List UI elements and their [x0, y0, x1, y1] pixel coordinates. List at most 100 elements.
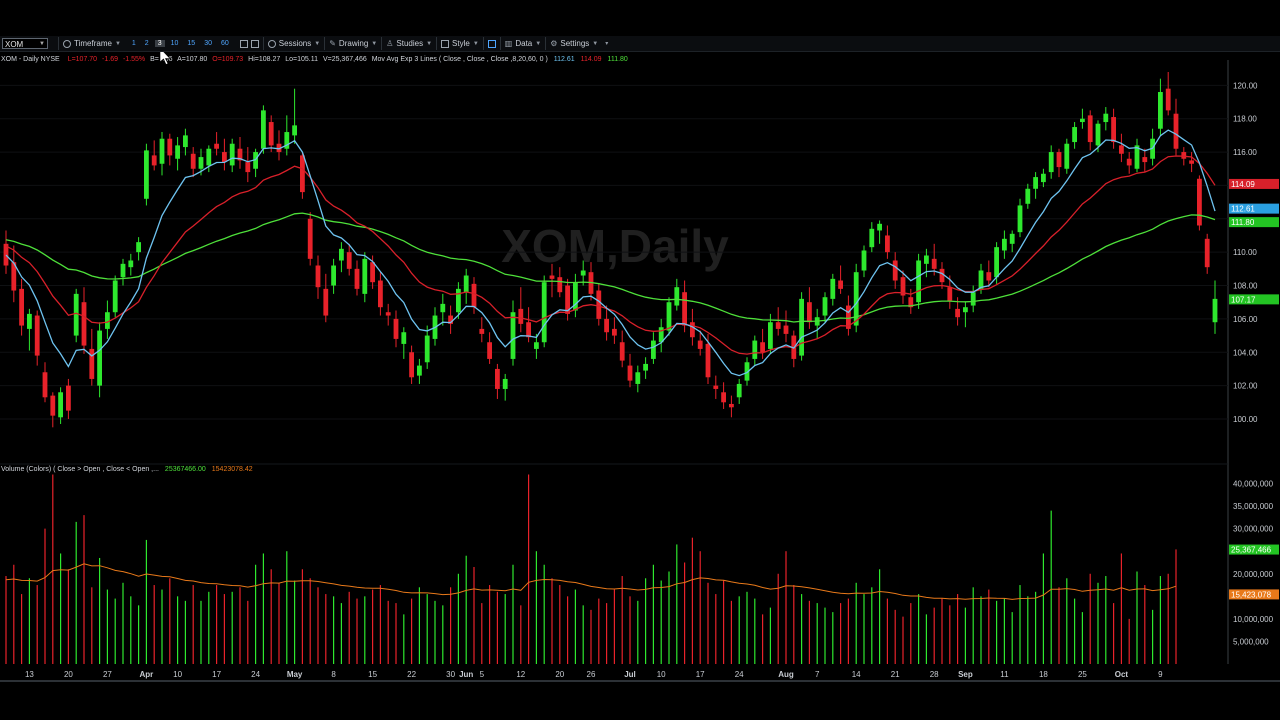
- calendar-range-icon[interactable]: [250, 39, 259, 48]
- interval-button-10[interactable]: 10: [168, 40, 182, 47]
- time-tick-label: 8: [331, 670, 336, 679]
- candle-body: [1048, 152, 1054, 173]
- data-icon: ▥: [504, 39, 513, 48]
- time-tick-label: May: [287, 670, 303, 679]
- candle-body: [198, 157, 204, 169]
- price-marker-label: 111.80: [1231, 218, 1255, 227]
- candle-body: [697, 340, 703, 349]
- candle-body: [151, 155, 157, 166]
- header-ma-fast: 112.61: [554, 56, 575, 63]
- candle-body: [300, 155, 305, 193]
- interval-button-60[interactable]: 60: [218, 40, 232, 47]
- time-tick-label: 21: [891, 670, 900, 679]
- candle-body: [1072, 127, 1077, 143]
- candle-body: [534, 342, 539, 349]
- interval-button-30[interactable]: 30: [201, 40, 215, 47]
- settings-menu[interactable]: ⚙ Settings ▼ ▾: [545, 37, 612, 50]
- candle-body: [721, 392, 726, 403]
- time-tick-label: 10: [657, 670, 666, 679]
- calendar-buttons: [236, 37, 263, 50]
- calendar-icon[interactable]: [239, 39, 248, 48]
- candle-body: [261, 110, 266, 149]
- candle-body: [822, 297, 828, 316]
- symbol-dropdown-icon[interactable]: ▼: [39, 39, 45, 50]
- candle-body: [89, 348, 95, 379]
- candle-body: [986, 272, 992, 281]
- candle-body: [401, 332, 407, 344]
- candle-body: [128, 260, 134, 268]
- candle-body: [315, 265, 321, 288]
- candle-body: [635, 372, 641, 384]
- drawing-label: Drawing: [338, 39, 369, 48]
- time-tick-label: 5: [480, 670, 485, 679]
- candle-body: [526, 322, 531, 338]
- layout-icon: [487, 39, 496, 48]
- candle-body: [1103, 113, 1109, 123]
- candle-body: [34, 315, 40, 356]
- header-symbol: XOM - Daily NYSE: [1, 56, 60, 63]
- style-menu[interactable]: Style ▼: [436, 37, 483, 50]
- chart-watermark: XOM,Daily: [501, 220, 729, 272]
- candle-body: [487, 342, 492, 359]
- candle-body: [947, 287, 953, 301]
- time-axis[interactable]: 13 20 27 Apr 10 17 24 May 8 15 22 30 Jun 5 12 20 26 Jul 10…: [0, 664, 1280, 682]
- candle-body: [463, 275, 469, 293]
- volume-average-value: 15423078.42: [212, 466, 253, 473]
- candle-body: [619, 342, 625, 361]
- price-tick-label: 100.00: [1233, 415, 1258, 424]
- more-caret-icon[interactable]: ▾: [605, 40, 608, 47]
- candle-body: [1033, 177, 1038, 189]
- candle-body: [963, 307, 968, 313]
- symbol-input[interactable]: XOM ▼: [2, 38, 48, 49]
- interval-button-3[interactable]: 3: [154, 40, 165, 47]
- sessions-menu[interactable]: Sessions ▼: [262, 37, 324, 50]
- data-menu[interactable]: ▥ Data ▼: [499, 37, 545, 50]
- candle-body: [1142, 157, 1148, 163]
- header-o: O=109.73: [212, 56, 243, 63]
- clock-icon: [63, 39, 71, 48]
- studies-menu[interactable]: ♙ Studies ▼: [381, 37, 436, 50]
- time-tick-label: 20: [64, 670, 73, 679]
- candle-body: [456, 288, 461, 313]
- price-marker-label: 112.61: [1231, 205, 1255, 214]
- time-tick-label: 11: [1000, 670, 1009, 679]
- timeframe-label: Timeframe: [74, 39, 112, 48]
- candle-body: [323, 288, 329, 316]
- candle-body: [1064, 143, 1070, 169]
- candle-body: [510, 312, 516, 359]
- candle-body: [955, 308, 960, 318]
- sessions-icon: [267, 39, 276, 48]
- time-tick-label: Aug: [778, 670, 794, 679]
- header-lo: Lo=105.11: [285, 56, 318, 63]
- timeframe-menu[interactable]: Timeframe ▼: [58, 37, 125, 50]
- interval-button-1[interactable]: 1: [129, 40, 139, 47]
- interval-button-15[interactable]: 15: [184, 40, 198, 47]
- pencil-icon: ✎: [329, 39, 336, 48]
- settings-label: Settings: [560, 39, 590, 48]
- time-tick-label: 17: [212, 670, 221, 679]
- header-change-pct: -1.55%: [123, 56, 145, 63]
- volume-value: 25367466.00: [165, 466, 206, 473]
- layout-button[interactable]: [482, 37, 500, 50]
- candle-body: [729, 403, 734, 408]
- candle-body: [580, 270, 586, 276]
- time-tick-label: Jun: [459, 670, 473, 679]
- candle-body: [674, 287, 680, 306]
- candle-body: [370, 262, 375, 283]
- chart-area[interactable]: XOM,Daily XOM - Daily NYSE L=107.70 -1.6…: [0, 52, 1280, 682]
- time-tick-label: 25: [1078, 670, 1087, 679]
- candle-body: [690, 322, 695, 338]
- candle-body: [705, 343, 711, 378]
- candle-body: [1197, 178, 1202, 226]
- time-tick-label: 10: [173, 670, 182, 679]
- price-tick-label: 108.00: [1233, 282, 1258, 291]
- header-ma-slow: 111.80: [607, 56, 627, 63]
- candle-body: [760, 342, 765, 353]
- drawing-menu[interactable]: ✎ Drawing ▼: [324, 37, 381, 50]
- candle-body: [136, 242, 141, 253]
- interval-button-2[interactable]: 2: [142, 40, 152, 47]
- price-tick-label: 110.00: [1233, 248, 1257, 257]
- candle-body: [1017, 205, 1023, 233]
- candle-body: [378, 280, 383, 308]
- time-tick-label: 9: [1158, 670, 1163, 679]
